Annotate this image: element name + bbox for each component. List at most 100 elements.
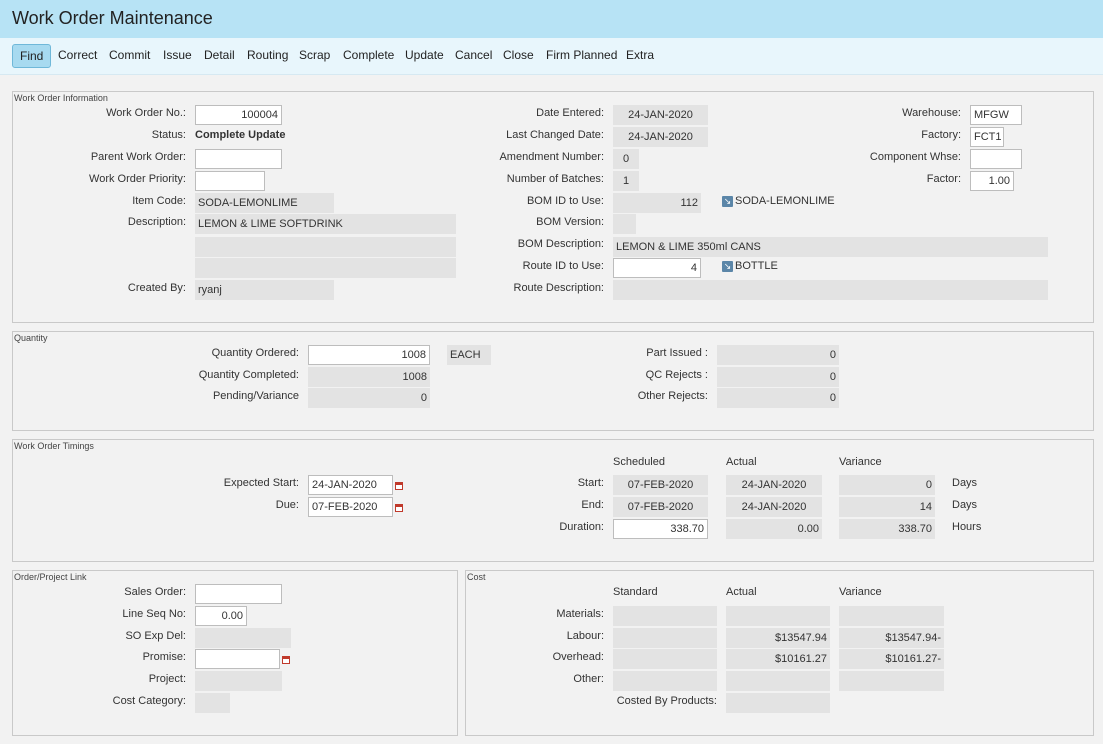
number-of-batches-value: 1	[613, 171, 639, 191]
expected-start-label: Expected Start:	[223, 477, 299, 489]
duration-variance-value: 338.70	[839, 519, 935, 539]
factory-input[interactable]: FCT1	[970, 127, 1004, 147]
quantity-panel: Quantity	[12, 331, 1094, 431]
other-variance-value	[839, 671, 944, 691]
duration-scheduled-input[interactable]: 338.70	[613, 519, 708, 539]
quantity-completed-label: Quantity Completed:	[198, 369, 299, 381]
route-description-value	[613, 280, 1048, 300]
standard-header: Standard	[613, 586, 658, 598]
panel-legend: Quantity	[14, 333, 48, 343]
component-whse-label: Component Whse:	[869, 151, 961, 163]
commit-button[interactable]: Commit	[105, 44, 154, 68]
other-rejects-value: 0	[717, 388, 839, 408]
complete-button[interactable]: Complete	[339, 44, 398, 68]
firm-planned-button[interactable]: Firm Planned	[542, 44, 621, 68]
line-seq-no-input[interactable]: 0.00	[195, 606, 247, 626]
parent-work-order-input[interactable]	[195, 149, 282, 169]
expected-start-input[interactable]: 24-JAN-2020	[308, 475, 393, 495]
panel-legend: Work Order Information	[14, 93, 108, 103]
item-code-value: SODA-LEMONLIME	[195, 193, 334, 213]
find-button[interactable]: Find	[12, 44, 52, 68]
so-exp-del-label: SO Exp Del:	[125, 630, 186, 642]
parent-work-order-label: Parent Work Order:	[90, 151, 186, 163]
work-order-no-label: Work Order No.:	[106, 107, 186, 119]
cost-category-value	[195, 693, 230, 713]
start-label: Start:	[577, 477, 604, 489]
quantity-uom-value: EACH	[447, 345, 491, 365]
other-label: Other:	[573, 673, 604, 685]
last-changed-date-value: 24-JAN-2020	[613, 127, 708, 147]
panel-legend: Cost	[467, 572, 486, 582]
work-order-priority-input[interactable]	[195, 171, 265, 191]
project-label: Project:	[148, 673, 186, 685]
materials-variance-value	[839, 606, 944, 626]
route-description-label: Route Description:	[513, 282, 605, 294]
route-id-label: Route ID to Use:	[522, 260, 604, 272]
costed-by-products-value	[726, 693, 830, 713]
route-link[interactable]: BOTTLE	[735, 260, 778, 272]
page-title: Work Order Maintenance	[12, 8, 213, 28]
labour-variance-value: $13547.94-	[839, 628, 944, 648]
sales-order-input[interactable]	[195, 584, 282, 604]
scrap-button[interactable]: Scrap	[295, 44, 334, 68]
promise-label: Promise:	[142, 651, 186, 663]
warehouse-input[interactable]: MFGW	[970, 105, 1022, 125]
route-link-icon[interactable]: ↘	[722, 261, 733, 272]
issue-button[interactable]: Issue	[159, 44, 196, 68]
bom-link[interactable]: SODA-LEMONLIME	[735, 195, 835, 207]
overhead-standard-value	[613, 649, 717, 669]
quantity-completed-value: 1008	[308, 367, 430, 387]
due-label: Due:	[275, 499, 299, 511]
title-bar: Work Order Maintenance	[0, 0, 1103, 38]
factor-input[interactable]: 1.00	[970, 171, 1014, 191]
due-input[interactable]: 07-FEB-2020	[308, 497, 393, 517]
scheduled-header: Scheduled	[613, 456, 665, 468]
start-unit: Days	[952, 477, 978, 489]
correct-button[interactable]: Correct	[54, 44, 101, 68]
component-whse-input[interactable]	[970, 149, 1022, 169]
panel-legend: Work Order Timings	[14, 441, 94, 451]
end-label: End:	[581, 499, 604, 511]
labour-label: Labour:	[566, 630, 604, 642]
project-value	[195, 671, 282, 691]
actual-header: Actual	[726, 456, 757, 468]
calendar-icon[interactable]	[395, 482, 403, 490]
qc-rejects-value: 0	[717, 367, 839, 387]
end-scheduled-value: 07-FEB-2020	[613, 497, 708, 517]
line-seq-no-label: Line Seq No:	[122, 608, 186, 620]
detail-button[interactable]: Detail	[200, 44, 239, 68]
duration-actual-value: 0.00	[726, 519, 822, 539]
promise-input[interactable]	[195, 649, 280, 669]
work-order-priority-label: Work Order Priority:	[89, 173, 186, 185]
factor-label: Factor:	[926, 173, 961, 185]
extra-button[interactable]: Extra	[622, 44, 658, 68]
bom-description-label: BOM Description:	[517, 238, 604, 250]
duration-unit: Hours	[952, 521, 982, 533]
cancel-button[interactable]: Cancel	[451, 44, 496, 68]
status-label: Status:	[151, 129, 186, 141]
end-unit: Days	[952, 499, 978, 511]
variance-header: Variance	[839, 586, 882, 598]
description-line-3	[195, 258, 456, 278]
materials-label: Materials:	[556, 608, 604, 620]
calendar-icon[interactable]	[282, 656, 290, 664]
toolbar: Find Correct Commit Issue Detail Routing…	[0, 38, 1103, 75]
factory-label: Factory:	[921, 129, 961, 141]
work-order-no-input[interactable]: 100004	[195, 105, 282, 125]
number-of-batches-label: Number of Batches:	[506, 173, 604, 185]
quantity-ordered-input[interactable]: 1008	[308, 345, 430, 365]
update-button[interactable]: Update	[401, 44, 448, 68]
start-variance-value: 0	[839, 475, 935, 495]
costed-by-products-label: Costed By Products:	[616, 695, 717, 707]
close-button[interactable]: Close	[499, 44, 538, 68]
overhead-variance-value: $10161.27-	[839, 649, 944, 669]
description-line-2	[195, 237, 456, 257]
bom-link-icon[interactable]: ↘	[722, 196, 733, 207]
routing-button[interactable]: Routing	[243, 44, 292, 68]
cost-category-label: Cost Category:	[112, 695, 186, 707]
route-id-input[interactable]: 4	[613, 258, 701, 278]
bom-version-value	[613, 214, 636, 234]
part-issued-value: 0	[717, 345, 839, 365]
date-entered-value: 24-JAN-2020	[613, 105, 708, 125]
calendar-icon[interactable]	[395, 504, 403, 512]
